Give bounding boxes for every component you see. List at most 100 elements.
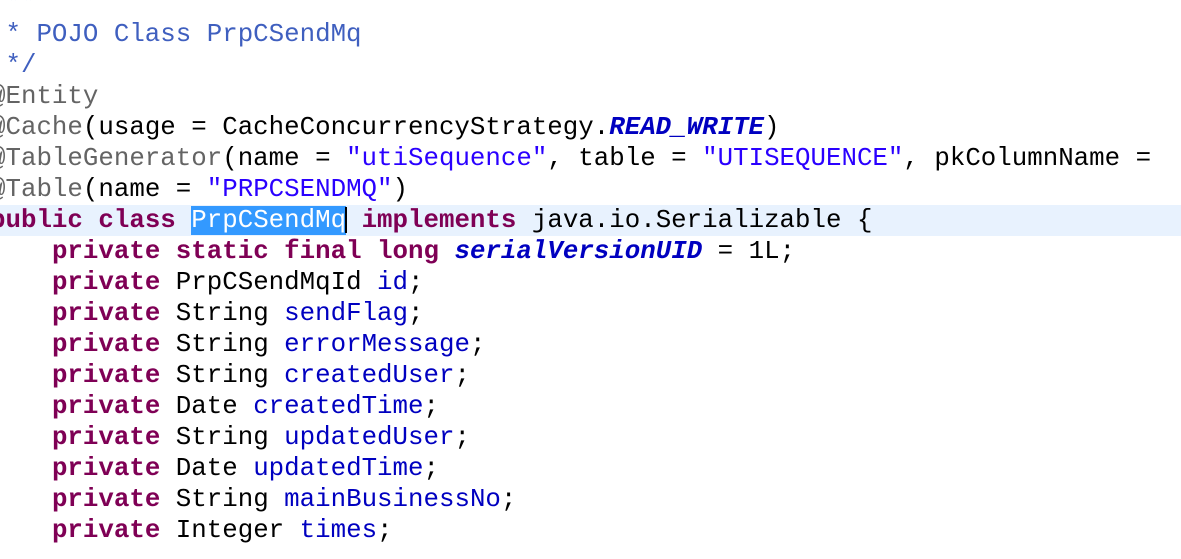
code-line[interactable]: private static final long serialVersionU… [0,236,1181,267]
code-token: updatedUser [284,423,455,452]
code-line-content: @Table(name = "PRPCSENDMQ") [0,175,408,204]
code-token: @Cache [0,113,83,142]
code-token: "utiSequence" [346,144,548,173]
code-token: static [175,237,269,266]
code-line-content: private Integer times; [0,516,393,545]
code-token: createdTime [253,392,424,421]
code-line[interactable]: private String errorMessage; [0,329,1181,360]
code-token: implements [361,206,517,235]
code-line-content: private String sendFlag; [0,299,424,328]
code-token: private [51,237,161,266]
code-token: @Table [0,175,83,204]
code-line-content: @Entity [0,82,98,111]
code-line-content: @Cache(usage = CacheConcurrencyStrategy.… [0,113,780,142]
code-token: * POJO Class PrpCSendMq [0,20,362,49]
code-line[interactable]: @Table(name = "PRPCSENDMQ") [0,174,1181,205]
code-token: ; [454,361,470,390]
code-token: ; [408,268,424,297]
code-line-content: private PrpCSendMqId id; [0,268,424,297]
code-line-content: private Date updatedTime; [0,454,439,483]
code-token: private [51,392,161,421]
code-token: ; [423,454,439,483]
code-token: String [160,485,285,514]
code-token: ) [764,113,780,142]
code-token: (name = [222,144,347,173]
code-line[interactable]: private String mainBusinessNo; [0,484,1181,515]
code-line-content: public class PrpCSendMq implements java.… [0,206,872,235]
code-line-content: @TableGenerator(name = "utiSequence", ta… [0,144,1167,173]
code-line[interactable]: @Entity [0,81,1181,112]
code-line[interactable]: /** [0,0,1181,19]
code-line-content: private static final long serialVersionU… [0,237,795,266]
code-line[interactable]: private PrpCSendMqId id; [0,267,1181,298]
code-token: ; [423,392,439,421]
code-line[interactable]: * POJO Class PrpCSendMq [0,19,1181,50]
code-line[interactable]: public class PrpCSendMq implements java.… [0,205,1181,236]
code-token: ; [377,516,393,545]
code-token: Date [160,392,254,421]
code-token: times [299,516,378,545]
code-token: "PRPCSENDMQ" [206,175,393,204]
code-token: class [98,206,176,235]
code-line-content: /** [0,0,36,18]
code-token: createdUser [284,361,455,390]
code-line-content: private String mainBusinessNo; [0,485,516,514]
code-token: String [160,361,285,390]
code-token: @Entity [0,82,99,111]
code-token: = 1L; [702,237,796,266]
code-line[interactable]: private Date updatedTime; [0,453,1181,484]
code-token: private [51,454,161,483]
code-token: ; [408,299,424,328]
code-token: String [160,330,285,359]
code-token: serialVersionUID [454,237,703,266]
code-token: private [51,299,161,328]
code-line[interactable]: private Integer times; [0,515,1181,546]
code-token: @TableGenerator [0,144,223,173]
code-line-content: private String errorMessage; [0,330,486,359]
code-token: private [51,330,161,359]
code-token: private [51,516,161,545]
code-token: ; [500,485,517,514]
code-line[interactable]: @Cache(usage = CacheConcurrencyStrategy.… [0,112,1181,143]
code-line-content: * POJO Class PrpCSendMq [0,20,362,49]
code-line-content: private String updatedUser; [0,423,470,452]
code-token: mainBusinessNo [284,485,501,514]
code-line[interactable]: @TableGenerator(name = "utiSequence", ta… [0,143,1181,174]
code-line[interactable]: private String sendFlag; [0,298,1181,329]
code-line[interactable]: private String createdUser; [0,360,1181,391]
code-token: updatedTime [253,454,424,483]
code-token: Date [160,454,254,483]
code-token: errorMessage [284,330,470,359]
code-token: public [0,206,83,235]
code-token: , pkColumnName = [903,144,1167,173]
code-line[interactable]: */ [0,50,1181,81]
code-token: private [51,423,161,452]
code-editor[interactable]: /** * POJO Class PrpCSendMq */@Entity@Ca… [0,0,1181,559]
code-token: sendFlag [284,299,409,328]
code-line[interactable]: private String updatedUser; [0,422,1181,453]
code-token: String [160,299,285,328]
code-token: PrpCSendMqId [160,268,378,297]
code-token: java.io.Serializable { [516,206,873,235]
code-token: final [284,237,362,266]
code-token: "UTISEQUENCE" [702,144,904,173]
code-line[interactable]: private Date createdTime; [0,391,1181,422]
code-token: (name = [82,175,207,204]
code-token: READ_WRITE [609,113,765,142]
code-line-content: private Date createdTime; [0,392,439,421]
code-token: id [377,268,409,297]
